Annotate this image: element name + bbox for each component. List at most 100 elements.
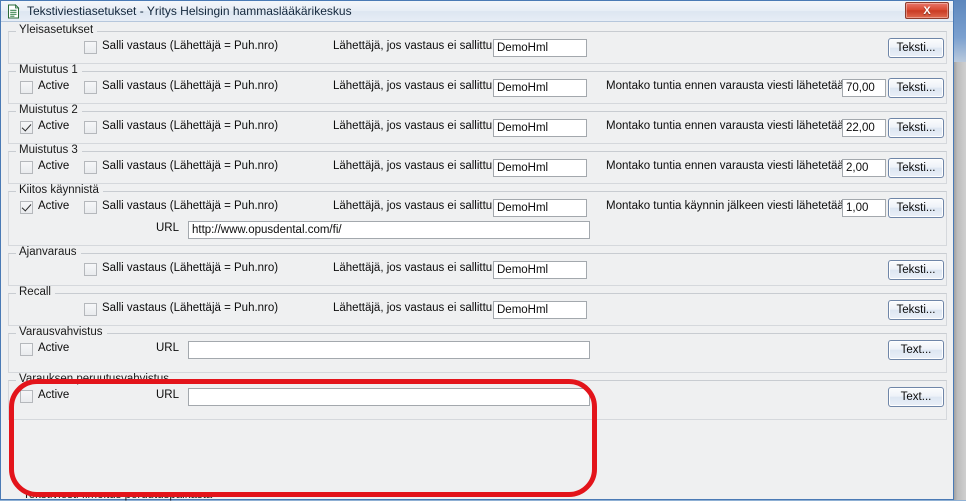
hours-input-kiitos-kaynnista[interactable] xyxy=(842,199,886,217)
sender-label: Lähettäjä, jos vastaus ei sallittu xyxy=(333,80,493,92)
settings-row: Salli vastaus (Lähettäjä = Puh.nro) Lähet… xyxy=(8,37,947,59)
text-button-label: Teksti... xyxy=(896,264,936,276)
text-button-muistutus-1[interactable]: Teksti... xyxy=(888,78,944,98)
close-button[interactable]: X xyxy=(905,2,949,19)
settings-row: Salli vastaus (Lähettäjä = Puh.nro) Lähet… xyxy=(8,259,947,281)
group-body: Active Salli vastaus (Lähettäjä = Puh.nro… xyxy=(8,73,947,104)
sender-input-ajanvaraus[interactable] xyxy=(493,261,587,279)
url-label: URL xyxy=(156,222,180,234)
group-muistutus-2: Muistutus 2 Active Salli vastaus (Lähettäj… xyxy=(8,104,947,144)
active-label: Active xyxy=(38,80,70,92)
allow-reply-checkbox-ajanvaraus[interactable] xyxy=(84,263,97,276)
url-row: URL xyxy=(8,219,947,241)
hours-label-muistutus-3: Montako tuntia ennen varausta viesti läh… xyxy=(606,160,851,172)
document-icon xyxy=(6,3,21,19)
allow-reply-label: Salli vastaus (Lähettäjä = Puh.nro) xyxy=(102,160,279,172)
text-button-label: Teksti... xyxy=(896,122,936,134)
settings-row: Active Salli vastaus (Lähettäjä = Puh.nro… xyxy=(8,117,947,139)
group-body: Active Salli vastaus (Lähettäjä = Puh.nro… xyxy=(8,153,947,184)
active-checkbox-kiitos-kaynnista[interactable] xyxy=(20,201,33,214)
allow-reply-checkbox-yleisasetukset[interactable] xyxy=(84,41,97,54)
group-title-recall: Recall xyxy=(16,286,55,298)
allow-reply-checkbox-muistutus-1[interactable] xyxy=(84,81,97,94)
allow-reply-label: Salli vastaus (Lähettäjä = Puh.nro) xyxy=(102,120,279,132)
settings-row: Salli vastaus (Lähettäjä = Puh.nro) Lähet… xyxy=(8,299,947,321)
group-recall: Recall Salli vastaus (Lähettäjä = Puh.nro… xyxy=(8,286,947,326)
sections-container: Yleisasetukset Salli vastaus (Lähettäjä =… xyxy=(1,24,953,420)
background-right-blue-edge xyxy=(953,0,966,62)
group-title-kiitos-kaynnista: Kiitos käynnistä xyxy=(16,184,103,196)
url-input-kiitos-kaynnista[interactable] xyxy=(188,221,590,239)
text-button-varausvahvistus[interactable]: Text... xyxy=(888,340,944,360)
dialog-titlebar[interactable]: Tekstiviestiasetukset - Yritys Helsingin… xyxy=(1,1,953,22)
sender-input-recall[interactable] xyxy=(493,301,587,319)
active-checkbox-muistutus-1[interactable] xyxy=(20,81,33,94)
group-title-muistutus-2: Muistutus 2 xyxy=(16,104,82,116)
allow-reply-checkbox-recall[interactable] xyxy=(84,303,97,316)
text-button-kiitos-kaynnista[interactable]: Teksti... xyxy=(888,198,944,218)
active-checkbox-varauksen-peruutusvahvistus[interactable] xyxy=(20,390,33,403)
url-label: URL xyxy=(156,389,180,401)
text-button-muistutus-2[interactable]: Teksti... xyxy=(888,118,944,138)
text-button-varauksen-peruutusvahvistus[interactable]: Text... xyxy=(888,387,944,407)
group-kiitos-kaynnista: Kiitos käynnistä Active Salli vastaus (Läh… xyxy=(8,184,947,246)
sender-input-muistutus-3[interactable] xyxy=(493,159,587,177)
text-button-muistutus-3[interactable]: Teksti... xyxy=(888,158,944,178)
hours-input-muistutus-3[interactable] xyxy=(842,159,886,177)
dialog-title: Tekstiviestiasetukset - Yritys Helsingin… xyxy=(27,4,352,18)
sender-label: Lähettäjä, jos vastaus ei sallittu xyxy=(333,200,493,212)
sender-input-kiitos-kaynnista[interactable] xyxy=(493,199,587,217)
group-body: Active Salli vastaus (Lähettäjä = Puh.nro… xyxy=(8,193,947,246)
group-ajanvaraus: Ajanvaraus Salli vastaus (Lähettäjä = Puh… xyxy=(8,246,947,286)
active-label: Active xyxy=(38,120,70,132)
allow-reply-label: Salli vastaus (Lähettäjä = Puh.nro) xyxy=(102,262,279,274)
text-button-label: Teksti... xyxy=(896,304,936,316)
active-label: Active xyxy=(38,342,70,354)
group-muistutus-3: Muistutus 3 Active Salli vastaus (Lähettäj… xyxy=(8,144,947,184)
text-button-ajanvaraus[interactable]: Teksti... xyxy=(888,260,944,280)
group-varauksen-peruutusvahvistus: Varauksen peruutusvahvistus Active Text...… xyxy=(8,373,947,420)
active-checkbox-muistutus-2[interactable] xyxy=(20,121,33,134)
allow-reply-label: Salli vastaus (Lähettäjä = Puh.nro) xyxy=(102,302,279,314)
group-title-muistutus-3: Muistutus 3 xyxy=(16,144,82,156)
settings-row: Active Salli vastaus (Lähettäjä = Puh.nro… xyxy=(8,77,947,99)
group-title-yleisasetukset: Yleisasetukset xyxy=(16,24,98,36)
hours-input-muistutus-2[interactable] xyxy=(842,119,886,137)
group-title-ajanvaraus: Ajanvaraus xyxy=(16,246,81,258)
sender-input-muistutus-2[interactable] xyxy=(493,119,587,137)
group-body: Salli vastaus (Lähettäjä = Puh.nro) Lähet… xyxy=(8,295,947,326)
sender-label: Lähettäjä, jos vastaus ei sallittu xyxy=(333,262,493,274)
text-button-label: Teksti... xyxy=(896,162,936,174)
settings-row: Active Salli vastaus (Lähettäjä = Puh.nro… xyxy=(8,197,947,219)
active-checkbox-varausvahvistus[interactable] xyxy=(20,343,33,356)
settings-row: Active Text... URL xyxy=(8,339,947,361)
text-button-recall[interactable]: Teksti... xyxy=(888,300,944,320)
allow-reply-label: Salli vastaus (Lähettäjä = Puh.nro) xyxy=(102,40,279,52)
url-input-varauksen-peruutusvahvistus[interactable] xyxy=(188,388,590,406)
text-button-label: Teksti... xyxy=(896,42,936,54)
hours-label-kiitos-kaynnista: Montako tuntia käynnin jälkeen viesti lä… xyxy=(606,200,851,212)
active-checkbox-muistutus-3[interactable] xyxy=(20,161,33,174)
settings-scroll-area[interactable]: Yleisasetukset Salli vastaus (Lähettäjä =… xyxy=(1,22,953,499)
allow-reply-checkbox-kiitos-kaynnista[interactable] xyxy=(84,201,97,214)
allow-reply-checkbox-muistutus-3[interactable] xyxy=(84,161,97,174)
sender-input-muistutus-1[interactable] xyxy=(493,79,587,97)
group-title-varausvahvistus: Varausvahvistus xyxy=(16,326,107,338)
text-button-yleisasetukset[interactable]: Teksti... xyxy=(888,38,944,58)
settings-row: Active Text... URL xyxy=(8,386,947,408)
sender-input-yleisasetukset[interactable] xyxy=(493,39,587,57)
sender-label: Lähettäjä, jos vastaus ei sallittu xyxy=(333,40,493,52)
close-icon: X xyxy=(923,4,931,17)
active-label: Active xyxy=(38,200,70,212)
sender-label: Lähettäjä, jos vastaus ei sallittu xyxy=(333,160,493,172)
hours-input-muistutus-1[interactable] xyxy=(842,79,886,97)
url-input-varausvahvistus[interactable] xyxy=(188,341,590,359)
allow-reply-label: Salli vastaus (Lähettäjä = Puh.nro) xyxy=(102,80,279,92)
url-label: URL xyxy=(156,342,180,354)
group-body: Active Text... URL xyxy=(8,382,947,420)
sender-label: Lähettäjä, jos vastaus ei sallittu xyxy=(333,120,493,132)
group-yleisasetukset: Yleisasetukset Salli vastaus (Lähettäjä =… xyxy=(8,24,947,64)
group-body: Salli vastaus (Lähettäjä = Puh.nro) Lähet… xyxy=(8,255,947,286)
allow-reply-checkbox-muistutus-2[interactable] xyxy=(84,121,97,134)
hours-label-muistutus-1: Montako tuntia ennen varausta viesti läh… xyxy=(606,80,851,92)
